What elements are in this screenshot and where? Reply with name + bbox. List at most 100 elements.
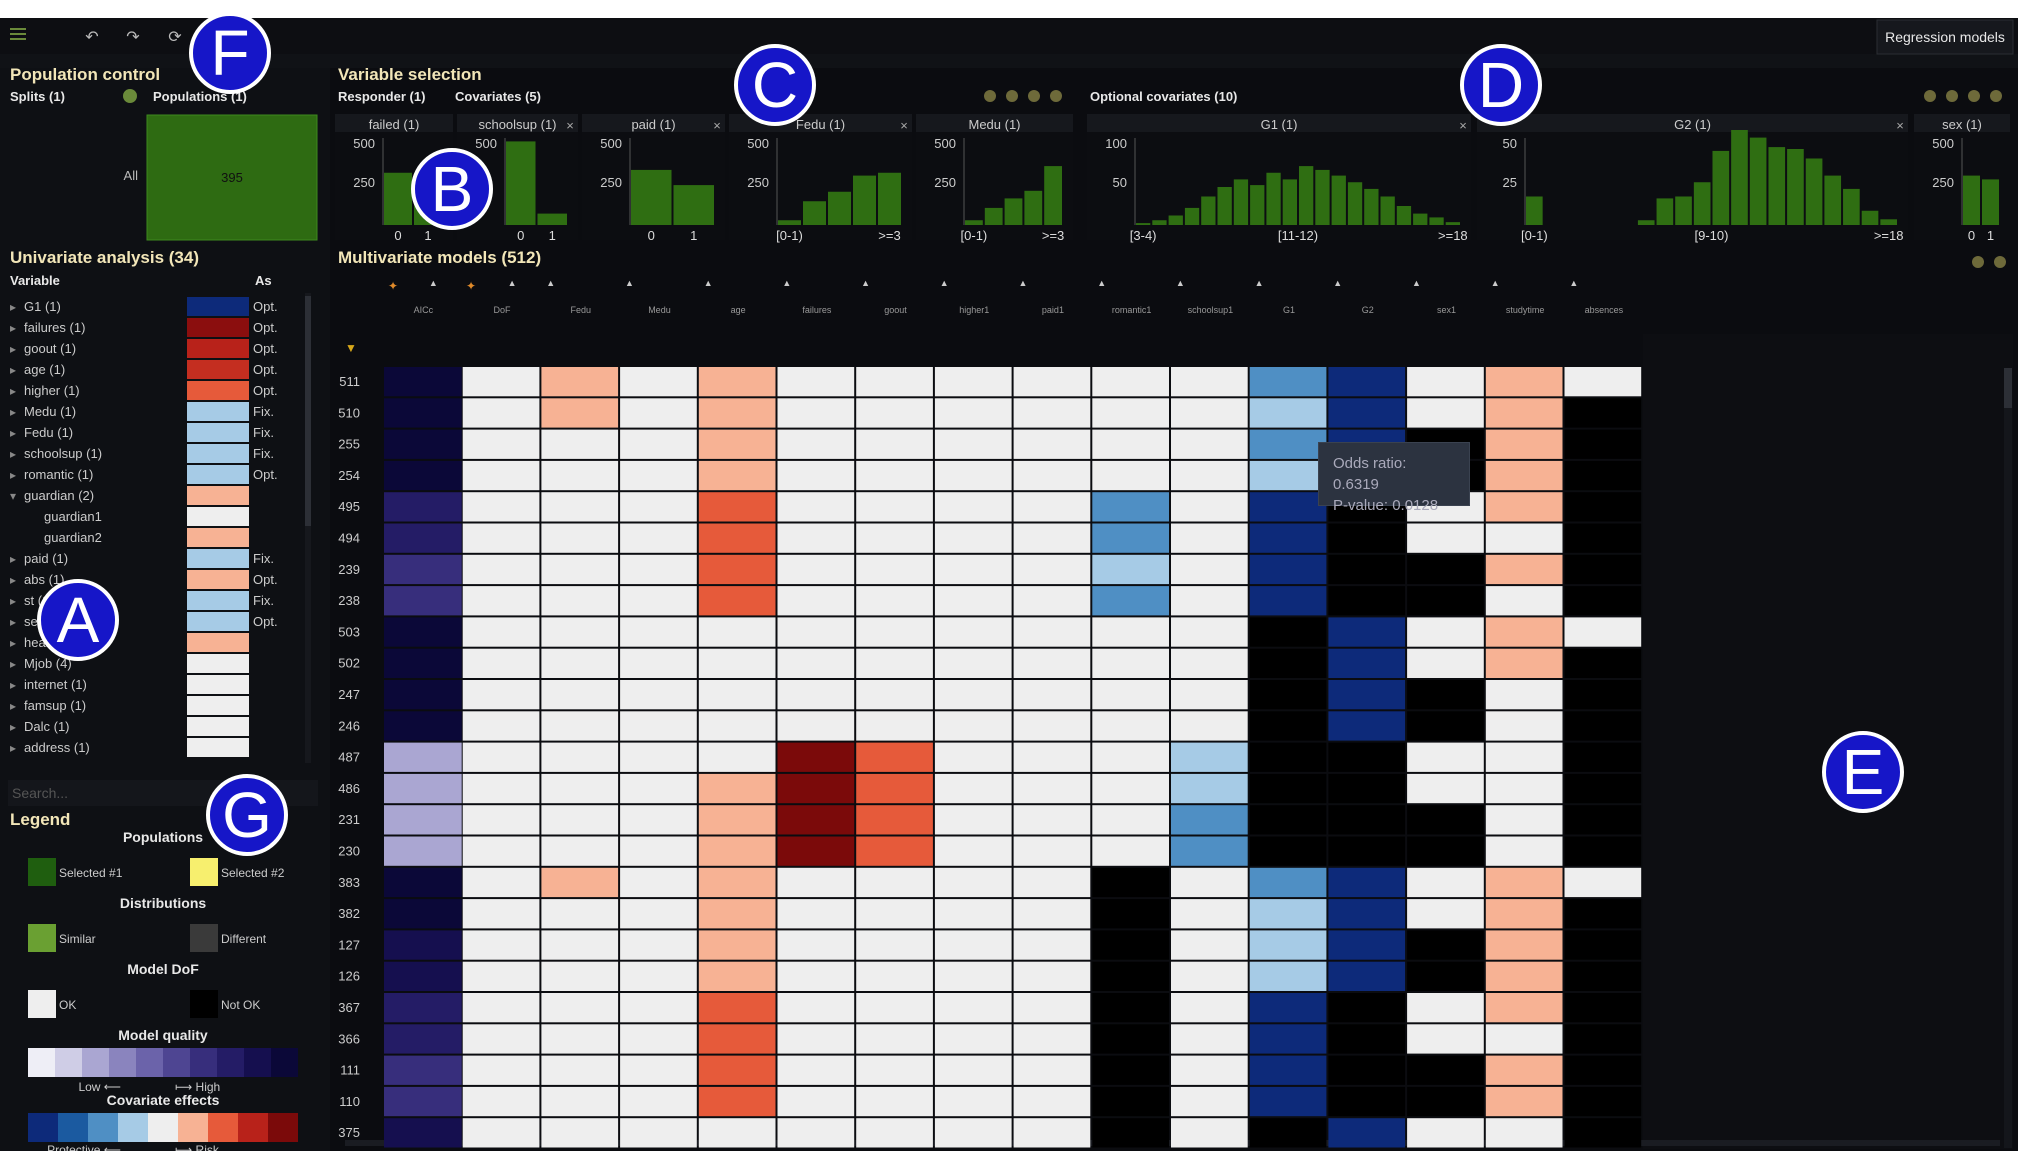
model-row[interactable]: 126 [338, 961, 1642, 991]
model-effect-cell[interactable] [777, 742, 855, 772]
model-effect-cell[interactable] [1564, 711, 1642, 741]
model-effect-cell[interactable] [1171, 460, 1248, 491]
zoom-in-icon[interactable] [1972, 256, 1984, 268]
expand-arrow-icon[interactable]: ▸ [10, 678, 16, 692]
model-effect-cell[interactable] [1564, 899, 1642, 929]
model-effect-cell[interactable] [777, 429, 855, 459]
model-effect-cell[interactable] [620, 1086, 697, 1117]
model-effect-cell[interactable] [1171, 1118, 1248, 1148]
model-effect-cell[interactable] [620, 961, 697, 991]
model-row[interactable]: 366 [338, 1024, 1642, 1054]
model-effect-cell[interactable] [777, 460, 855, 491]
sort-icon[interactable]: ▲ [940, 278, 949, 288]
model-effect-cell[interactable] [934, 492, 1012, 522]
model-effect-cell[interactable] [777, 805, 855, 835]
model-quality-cell[interactable] [384, 648, 462, 678]
model-effect-cell[interactable] [1092, 742, 1169, 772]
sort-icon[interactable]: ▲ [1255, 278, 1264, 288]
model-effect-cell[interactable] [1171, 586, 1248, 616]
model-effect-cell[interactable] [777, 867, 855, 898]
model-effect-cell[interactable] [1013, 1086, 1091, 1117]
model-effect-cell[interactable] [1013, 711, 1091, 741]
model-effect-cell[interactable] [856, 1024, 933, 1054]
model-effect-cell[interactable] [934, 805, 1012, 835]
model-effect-cell[interactable] [1485, 680, 1563, 710]
model-quality-cell[interactable] [384, 1055, 462, 1085]
model-effect-cell[interactable] [1171, 554, 1248, 585]
model-effect-cell[interactable] [934, 680, 1012, 710]
model-effect-cell[interactable] [1407, 1118, 1484, 1148]
model-effect-cell[interactable] [620, 586, 697, 616]
model-quality-cell[interactable] [384, 680, 462, 710]
model-effect-cell[interactable] [1407, 836, 1484, 866]
model-effect-cell[interactable] [1485, 460, 1563, 491]
model-effect-cell[interactable] [934, 961, 1012, 991]
model-quality-cell[interactable] [384, 523, 462, 553]
model-effect-cell[interactable] [541, 711, 619, 741]
model-effect-cell[interactable] [462, 836, 540, 866]
model-effect-cell[interactable] [1013, 460, 1091, 491]
sort-icon[interactable]: ▲ [508, 278, 517, 288]
model-effect-cell[interactable] [1485, 1086, 1563, 1117]
model-effect-cell[interactable] [856, 492, 933, 522]
model-effect-cell[interactable] [620, 805, 697, 835]
model-effect-cell[interactable] [620, 930, 697, 960]
model-effect-cell[interactable] [1013, 773, 1091, 804]
model-effect-cell[interactable] [856, 586, 933, 616]
model-effect-cell[interactable] [1407, 1055, 1484, 1085]
model-effect-cell[interactable] [1564, 617, 1642, 647]
model-effect-cell[interactable] [1564, 429, 1642, 459]
model-effect-cell[interactable] [620, 836, 697, 866]
model-effect-cell[interactable] [1092, 1055, 1169, 1085]
model-effect-cell[interactable] [1092, 680, 1169, 710]
model-effect-cell[interactable] [1249, 867, 1327, 898]
model-effect-cell[interactable] [934, 1055, 1012, 1085]
expand-arrow-icon[interactable]: ▸ [10, 552, 16, 566]
model-effect-cell[interactable] [934, 711, 1012, 741]
model-quality-cell[interactable] [384, 617, 462, 647]
model-effect-cell[interactable] [698, 367, 776, 397]
model-effect-cell[interactable] [1249, 1086, 1327, 1117]
model-effect-cell[interactable] [777, 492, 855, 522]
model-effect-cell[interactable] [1013, 586, 1091, 616]
model-effect-cell[interactable] [698, 523, 776, 553]
column-header-label[interactable]: DoF [494, 305, 512, 315]
model-effect-cell[interactable] [620, 523, 697, 553]
model-effect-cell[interactable] [1249, 1055, 1327, 1085]
model-effect-cell[interactable] [934, 460, 1012, 491]
grid-scrollbar-track[interactable] [2004, 368, 2012, 1148]
model-effect-cell[interactable] [1485, 836, 1563, 866]
model-effect-cell[interactable] [1249, 398, 1327, 428]
model-effect-cell[interactable] [934, 1086, 1012, 1117]
model-effect-cell[interactable] [1564, 1024, 1642, 1054]
model-effect-cell[interactable] [1564, 680, 1642, 710]
model-effect-cell[interactable] [462, 961, 540, 991]
hamburger-icon[interactable] [10, 28, 26, 30]
column-header-label[interactable]: failures [802, 305, 832, 315]
model-effect-cell[interactable] [1013, 492, 1091, 522]
model-effect-cell[interactable] [1171, 1086, 1248, 1117]
model-effect-cell[interactable] [1407, 961, 1484, 991]
model-quality-cell[interactable] [384, 961, 462, 991]
model-effect-cell[interactable] [1092, 1024, 1169, 1054]
model-effect-cell[interactable] [698, 805, 776, 835]
histogram-5[interactable]: G1 (1) × 100 50 [3-4) [11-12) >=18 [1087, 114, 1471, 243]
model-row[interactable]: 231 [338, 805, 1642, 835]
model-effect-cell[interactable] [934, 742, 1012, 772]
model-effect-cell[interactable] [1171, 680, 1248, 710]
model-effect-cell[interactable] [1171, 899, 1248, 929]
model-effect-cell[interactable] [1171, 836, 1248, 866]
sort-icon[interactable]: ▲ [625, 278, 634, 288]
model-effect-cell[interactable] [1564, 773, 1642, 804]
model-effect-cell[interactable] [1485, 867, 1563, 898]
model-effect-cell[interactable] [1249, 680, 1327, 710]
model-effect-cell[interactable] [462, 523, 540, 553]
model-quality-cell[interactable] [384, 554, 462, 585]
model-effect-cell[interactable] [1171, 805, 1248, 835]
model-effect-cell[interactable] [1407, 554, 1484, 585]
sort-icon[interactable]: ▲ [1018, 278, 1027, 288]
model-row[interactable]: 494 [338, 523, 1642, 553]
model-effect-cell[interactable] [1013, 554, 1091, 585]
model-effect-cell[interactable] [856, 680, 933, 710]
model-effect-cell[interactable] [541, 617, 619, 647]
